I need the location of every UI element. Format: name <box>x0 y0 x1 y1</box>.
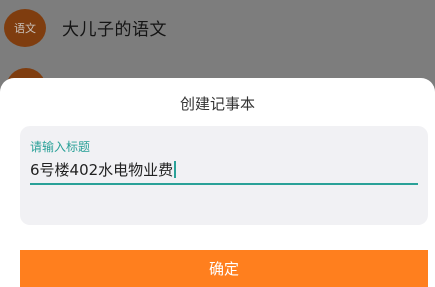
title-input[interactable]: 6号楼402水电物业费 <box>30 159 176 181</box>
text-cursor <box>174 161 176 178</box>
avatar: 语文 <box>4 9 46 47</box>
list-item[interactable]: 语文 大儿子的语文 <box>0 0 435 56</box>
title-input-card[interactable]: 请输入标题 6号楼402水电物业费 <box>20 126 428 225</box>
create-notebook-dialog: 创建记事本 请输入标题 6号楼402水电物业费 确定 <box>0 78 435 287</box>
title-input-value: 6号楼402水电物业费 <box>30 161 174 179</box>
confirm-button[interactable]: 确定 <box>20 250 428 287</box>
avatar-text: 语文 <box>14 22 36 35</box>
input-underline <box>30 183 418 185</box>
list-item-title: 大儿子的语文 <box>62 20 167 40</box>
title-input-label: 请输入标题 <box>30 140 91 154</box>
dialog-title: 创建记事本 <box>179 95 255 113</box>
